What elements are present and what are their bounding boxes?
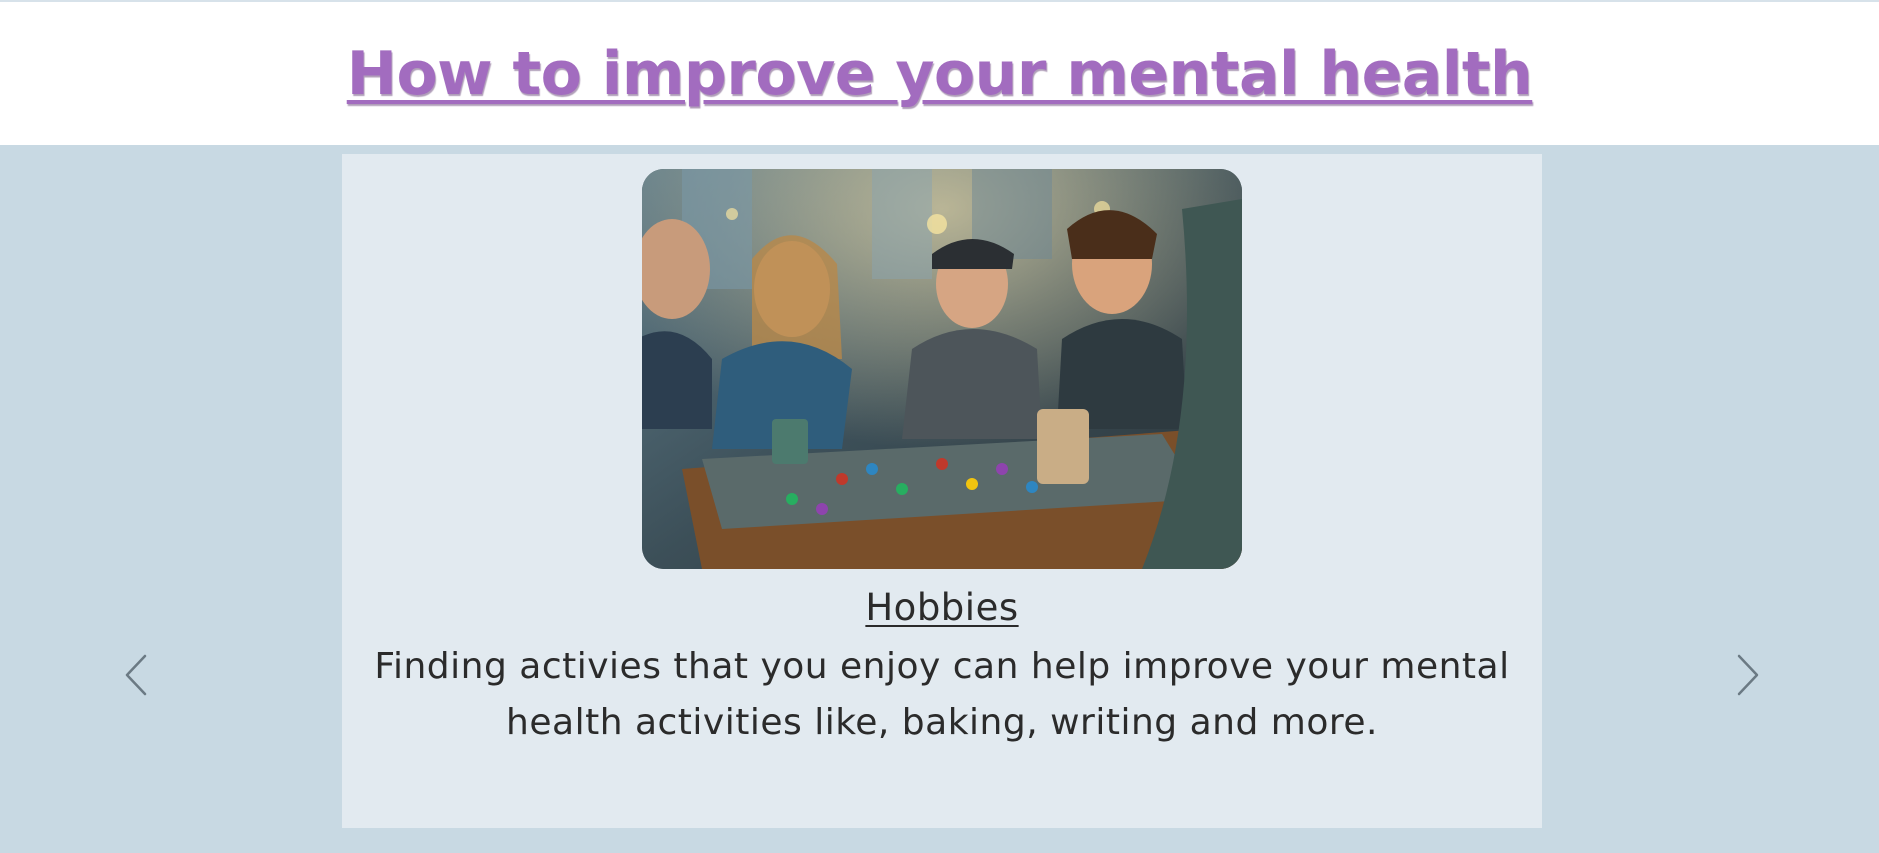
- carousel: Hobbies Finding activies that you enjoy …: [0, 145, 1879, 853]
- board-game-photo: [642, 169, 1242, 569]
- slide-description: Finding activies that you enjoy can help…: [374, 646, 1510, 743]
- slide-title[interactable]: Hobbies: [342, 586, 1542, 629]
- chevron-left-icon: [125, 654, 147, 696]
- chevron-right-icon: [1737, 654, 1759, 696]
- carousel-prev-button[interactable]: [116, 650, 156, 700]
- page-title-link[interactable]: How to improve your mental health: [347, 39, 1533, 109]
- carousel-next-button[interactable]: [1728, 650, 1768, 700]
- carousel-slide: Hobbies Finding activies that you enjoy …: [342, 154, 1542, 828]
- slide-image: [642, 169, 1242, 569]
- page-header: How to improve your mental health: [0, 2, 1879, 145]
